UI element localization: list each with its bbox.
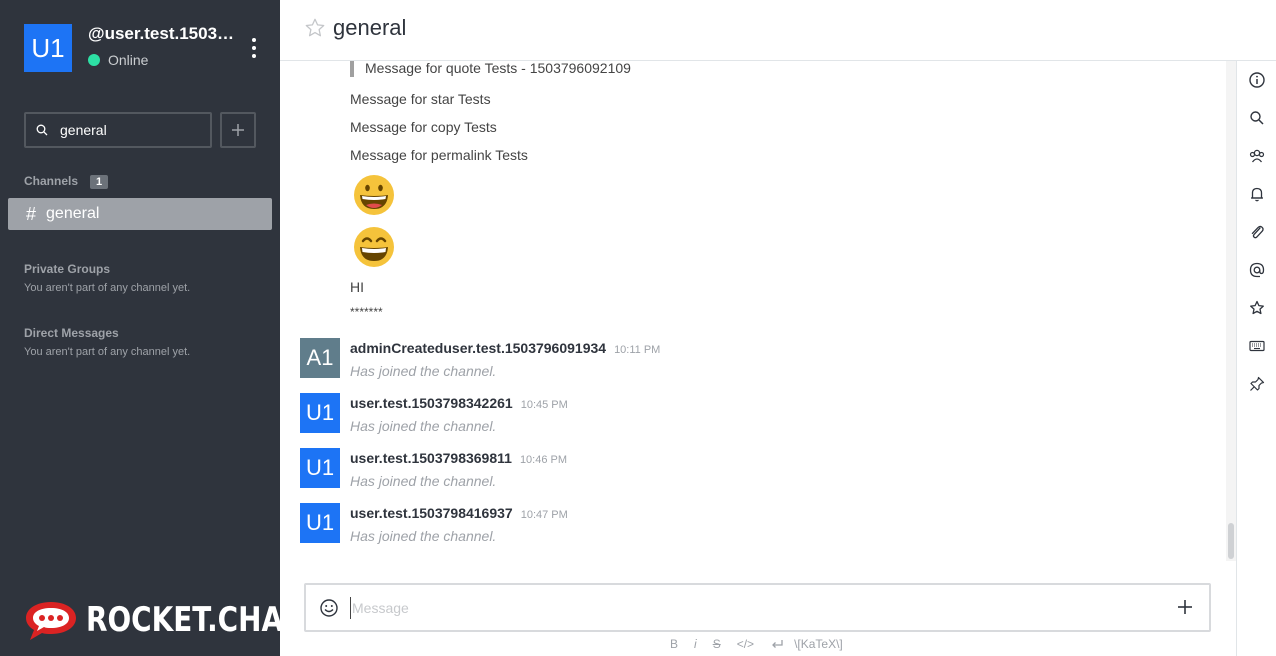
plus-icon[interactable]: [1176, 598, 1194, 616]
info-icon[interactable]: [1249, 72, 1265, 88]
mention-icon[interactable]: [1249, 262, 1265, 278]
logo-text: ROCKET.CHAT: [86, 600, 300, 640]
newline-icon[interactable]: [770, 638, 784, 650]
message-item: U1 user.test.1503798369811 10:46 PM Has j…: [300, 448, 1200, 492]
page-title: general: [333, 15, 407, 40]
avatar[interactable]: A1: [300, 338, 340, 378]
channels-section-title: Channels 1: [24, 174, 109, 189]
message-input[interactable]: [350, 597, 1150, 619]
bold-button[interactable]: B: [670, 637, 678, 651]
avatar[interactable]: U1: [300, 393, 340, 433]
rocketchat-logo: ROCKET.CHAT: [24, 598, 347, 642]
formatting-toolbar: B i S </> \[KaTeX\]: [670, 637, 859, 651]
scroll-thumb[interactable]: [1228, 523, 1234, 559]
status-label: Online: [108, 52, 149, 68]
message-body: Has joined the channel.: [350, 528, 497, 544]
strike-button[interactable]: S: [713, 637, 721, 651]
message-time: 10:11 PM: [614, 344, 661, 356]
sidebar-item-label: general: [46, 205, 100, 222]
message-text: Message for copy Tests: [350, 119, 497, 135]
message-scrollbar[interactable]: [1226, 61, 1236, 561]
message-composer: [304, 583, 1211, 632]
message-item: U1 user.test.1503798416937 10:47 PM Has j…: [300, 503, 1200, 547]
username-text[interactable]: adminCreateduser.test.1503796091934: [350, 340, 606, 356]
keyboard-icon[interactable]: [1249, 338, 1265, 354]
message-time: 10:47 PM: [520, 509, 568, 521]
account-status: Online: [88, 52, 148, 68]
private-groups-empty: You aren't part of any channel yet.: [24, 282, 191, 294]
channel-search[interactable]: [24, 112, 212, 148]
hash-icon: #: [26, 203, 37, 224]
members-icon[interactable]: [1249, 148, 1265, 164]
rocket-logo-icon: [26, 602, 76, 640]
direct-messages-title: Direct Messages: [24, 326, 119, 340]
room-header: general: [280, 0, 1276, 61]
message-list: Message for quote Tests - 1503796092109 …: [280, 61, 1226, 561]
message-body: Has joined the channel.: [350, 418, 497, 434]
code-button[interactable]: </>: [737, 637, 754, 651]
star-icon[interactable]: [1249, 300, 1265, 316]
message-username[interactable]: adminCreateduser.test.1503796091934 10:11…: [350, 340, 660, 356]
app-root: U1 @user.test.1503798416937 Online Chann…: [0, 0, 1276, 656]
message-body: Has joined the channel.: [350, 473, 497, 489]
username-text[interactable]: user.test.1503798369811: [350, 450, 512, 466]
search-icon: [36, 124, 48, 136]
message-username[interactable]: user.test.1503798416937 10:47 PM: [350, 505, 568, 521]
smile-emoji-icon: [354, 227, 394, 267]
channels-title: Channels: [24, 174, 79, 188]
message-body: Has joined the channel.: [350, 363, 497, 379]
message-username[interactable]: user.test.1503798342261 10:45 PM: [350, 395, 568, 411]
avatar[interactable]: U1: [300, 503, 340, 543]
katex-button[interactable]: \[KaTeX\]: [794, 637, 843, 651]
message-username[interactable]: user.test.1503798369811 10:46 PM: [350, 450, 567, 466]
message-item: U1 user.test.1503798342261 10:45 PM Has j…: [300, 393, 1200, 437]
create-new-button[interactable]: [220, 112, 256, 148]
search-icon[interactable]: [1249, 110, 1265, 126]
grinning-emoji-icon: [354, 175, 394, 215]
paperclip-icon[interactable]: [1249, 224, 1265, 240]
sidebar: U1 @user.test.1503798416937 Online Chann…: [0, 0, 300, 656]
channels-count-badge: 1: [90, 175, 109, 189]
italic-button[interactable]: i: [694, 637, 697, 651]
room-tabbar: [1236, 61, 1276, 656]
username-text[interactable]: user.test.1503798342261: [350, 395, 513, 411]
pin-icon[interactable]: [1249, 376, 1265, 392]
favorite-star-icon[interactable]: [304, 17, 326, 39]
message-time: 10:46 PM: [519, 454, 568, 466]
search-input[interactable]: [60, 122, 200, 138]
sidebar-item-general[interactable]: # general: [8, 198, 272, 230]
kebab-menu-icon[interactable]: [248, 38, 260, 58]
online-status-dot: [88, 54, 100, 66]
private-groups-title: Private Groups: [24, 262, 111, 276]
message-text: Message for star Tests: [350, 91, 491, 107]
message-text: *******: [350, 305, 383, 319]
username-text[interactable]: user.test.1503798416937: [350, 505, 513, 521]
emoji-picker-icon[interactable]: [319, 598, 339, 618]
message-time: 10:45 PM: [520, 399, 568, 411]
message-text: Message for permalink Tests: [350, 147, 528, 163]
account-box[interactable]: U1 @user.test.1503798416937 Online: [24, 24, 264, 72]
quote-message: Message for quote Tests - 1503796092109: [350, 61, 631, 77]
plus-icon: [232, 124, 244, 136]
bell-icon[interactable]: [1249, 186, 1265, 202]
account-username[interactable]: @user.test.1503798416937: [88, 24, 238, 44]
message-text: HI: [350, 279, 364, 295]
avatar[interactable]: U1: [24, 24, 72, 72]
message-item: A1 adminCreateduser.test.1503796091934 10…: [300, 338, 1200, 382]
avatar[interactable]: U1: [300, 448, 340, 488]
direct-messages-empty: You aren't part of any channel yet.: [24, 346, 191, 358]
